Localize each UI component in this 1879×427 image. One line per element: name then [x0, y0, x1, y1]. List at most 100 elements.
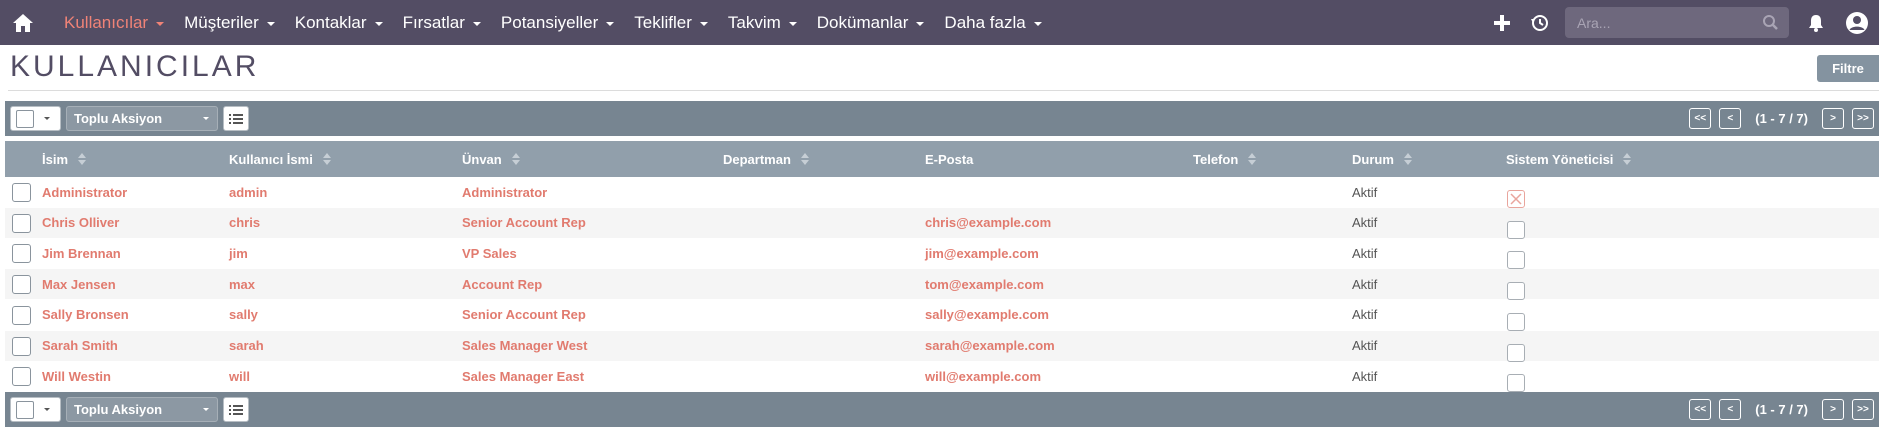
email-link[interactable]: sarah@example.com: [925, 331, 1055, 361]
bell-icon[interactable]: [1797, 0, 1835, 45]
system-admin-checkbox: [1507, 374, 1525, 393]
prev-page-button[interactable]: <: [1719, 108, 1742, 129]
row-checkbox[interactable]: [12, 336, 31, 356]
column-header-label: Kullanıcı İsmi: [229, 151, 313, 167]
user-name-link[interactable]: Will Westin: [42, 361, 111, 391]
email-link[interactable]: jim@example.com: [925, 238, 1039, 268]
column-header-label: Telefon: [1193, 151, 1239, 167]
search-icon[interactable]: [1762, 14, 1779, 36]
email-link[interactable]: will@example.com: [925, 361, 1041, 391]
email-link[interactable]: tom@example.com: [925, 269, 1044, 299]
select-all-dropdown[interactable]: [10, 397, 61, 422]
table-row: Sarah Smith sarah Sales Manager West sarah@…: [5, 330, 1879, 362]
nav-item-3[interactable]: Fırsatlar: [393, 0, 491, 45]
status-cell: Aktif: [1352, 368, 1378, 384]
bottom-action-bar: Toplu Aksiyon << < (1 - 7 / 7) > >>: [5, 392, 1879, 427]
title-link[interactable]: Senior Account Rep: [462, 300, 586, 330]
nav-item-2[interactable]: Kontaklar: [285, 0, 393, 45]
next-page-button[interactable]: >: [1822, 108, 1844, 129]
column-header-name[interactable]: İsim: [42, 141, 87, 177]
status-cell: Aktif: [1352, 307, 1378, 323]
search-input[interactable]: [1565, 7, 1789, 38]
column-header-phone[interactable]: Telefon: [1193, 141, 1257, 177]
row-checkbox[interactable]: [12, 244, 31, 264]
column-header-title[interactable]: Ünvan: [462, 141, 520, 177]
bulk-action-dropdown[interactable]: Toplu Aksiyon: [66, 397, 218, 422]
username-link[interactable]: sally: [229, 300, 258, 330]
history-icon[interactable]: [1521, 0, 1559, 45]
first-page-button[interactable]: <<: [1689, 108, 1712, 129]
username-link[interactable]: jim: [229, 238, 248, 268]
nav-item-label: Dokümanlar: [816, 12, 909, 32]
nav-menu: Kullanıcılar Müşteriler Kontaklar Fırsatlar…: [54, 0, 1052, 45]
row-checkbox[interactable]: [12, 275, 31, 295]
table-row: Max Jensen max Account Rep tom@example.com A…: [5, 269, 1879, 301]
nav-item-1[interactable]: Müşteriler: [174, 0, 285, 45]
email-link[interactable]: chris@example.com: [925, 208, 1051, 238]
user-name-link[interactable]: Jim Brennan: [42, 238, 121, 268]
nav-item-0[interactable]: Kullanıcılar: [54, 0, 174, 45]
sort-icon: [800, 153, 809, 165]
column-chooser-button[interactable]: [223, 397, 249, 422]
user-name-link[interactable]: Administrator: [42, 177, 127, 207]
nav-item-4[interactable]: Potansiyeller: [491, 0, 624, 45]
column-chooser-button[interactable]: [223, 106, 249, 131]
nav-item-5[interactable]: Teklifler: [624, 0, 718, 45]
next-page-button[interactable]: >: [1822, 399, 1844, 420]
sort-icon: [322, 153, 331, 165]
username-link[interactable]: max: [229, 269, 255, 299]
table-row: Jim Brennan jim VP Sales jim@example.com Akt…: [5, 238, 1879, 270]
filter-button[interactable]: Filtre: [1817, 55, 1879, 82]
user-icon[interactable]: [1835, 0, 1879, 45]
user-name-link[interactable]: Sarah Smith: [42, 331, 118, 361]
nav-item-label: Fırsatlar: [402, 12, 465, 32]
title-link[interactable]: Account Rep: [462, 269, 542, 299]
column-header-label: Durum: [1352, 151, 1394, 167]
first-page-button[interactable]: <<: [1689, 399, 1712, 420]
table-row: Sally Bronsen sally Senior Account Rep sall…: [5, 300, 1879, 331]
chevron-down-icon: [156, 21, 165, 26]
last-page-button[interactable]: >>: [1852, 108, 1874, 129]
username-link[interactable]: sarah: [229, 331, 264, 361]
title-link[interactable]: Administrator: [462, 177, 547, 207]
column-header-username[interactable]: Kullanıcı İsmi: [229, 141, 331, 177]
username-link[interactable]: will: [229, 361, 250, 391]
title-link[interactable]: Senior Account Rep: [462, 208, 586, 238]
user-name-link[interactable]: Sally Bronsen: [42, 300, 129, 330]
bulk-action-dropdown[interactable]: Toplu Aksiyon: [66, 106, 218, 131]
nav-item-6[interactable]: Takvim: [718, 0, 807, 45]
username-link[interactable]: admin: [229, 177, 267, 207]
row-checkbox[interactable]: [12, 213, 31, 233]
table-header: İsim Kullanıcı İsmi Ünvan Departman E-Po…: [5, 141, 1879, 177]
home-icon[interactable]: [0, 0, 46, 45]
system-admin-checkbox: [1507, 251, 1525, 270]
email-link[interactable]: sally@example.com: [925, 300, 1049, 330]
plus-icon[interactable]: [1483, 0, 1521, 45]
column-header-system-admin[interactable]: Sistem Yöneticisi: [1506, 141, 1632, 177]
title-link[interactable]: Sales Manager West: [462, 331, 587, 361]
status-cell: Aktif: [1352, 276, 1378, 292]
row-checkbox[interactable]: [12, 183, 31, 202]
table-row: Administrator admin Administrator Aktif: [5, 177, 1879, 208]
row-checkbox[interactable]: [12, 305, 31, 325]
nav-item-8[interactable]: Daha fazla: [934, 0, 1051, 45]
row-checkbox[interactable]: [12, 367, 31, 387]
last-page-button[interactable]: >>: [1852, 399, 1874, 420]
prev-page-button[interactable]: <: [1719, 399, 1742, 420]
chevron-down-icon: [374, 21, 383, 26]
column-header-department[interactable]: Departman: [723, 141, 809, 177]
title-link[interactable]: Sales Manager East: [462, 361, 584, 391]
user-name-link[interactable]: Max Jensen: [42, 269, 116, 299]
select-all-checkbox[interactable]: [16, 400, 34, 419]
table-row: Will Westin will Sales Manager East will@ex…: [5, 361, 1879, 393]
nav-item-7[interactable]: Dokümanlar: [807, 0, 935, 45]
column-header-status[interactable]: Durum: [1352, 141, 1412, 177]
user-name-link[interactable]: Chris Olliver: [42, 208, 119, 238]
select-all-checkbox[interactable]: [16, 109, 34, 128]
nav-item-label: Teklifler: [634, 12, 692, 32]
select-all-dropdown[interactable]: [10, 106, 61, 131]
username-link[interactable]: chris: [229, 208, 260, 238]
column-header-label: Ünvan: [462, 151, 502, 167]
title-link[interactable]: VP Sales: [462, 238, 517, 268]
column-header-label: İsim: [42, 151, 69, 167]
